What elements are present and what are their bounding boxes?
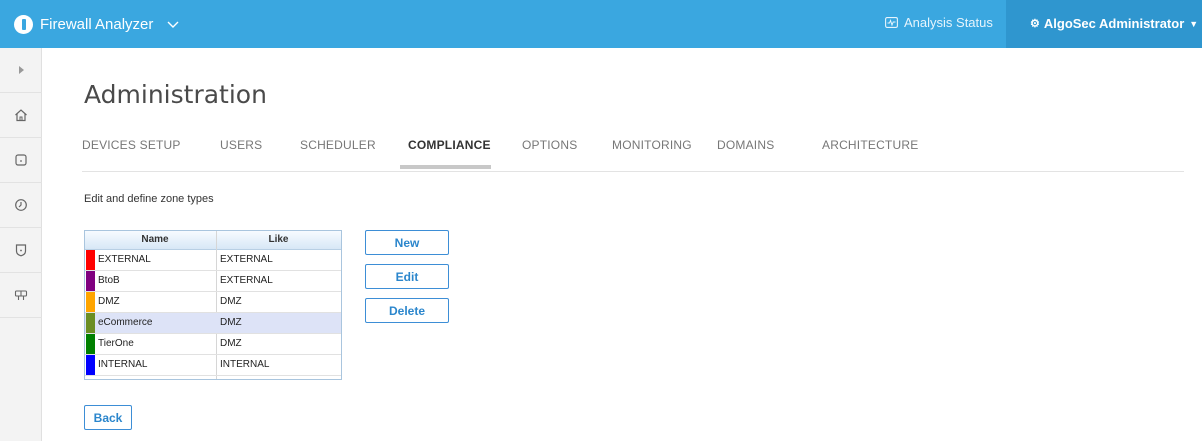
user-menu-label: AlgoSec Administrator (1043, 16, 1185, 31)
left-sidebar (0, 48, 42, 441)
zone-like-cell: EXTERNAL (220, 254, 273, 265)
clock-icon (15, 199, 27, 211)
tab-options[interactable]: OPTIONS (522, 138, 577, 152)
page-description: Edit and define zone types (84, 193, 214, 205)
tab-users[interactable]: USERS (220, 138, 262, 152)
monitor-icon (885, 17, 898, 28)
zone-color-swatch (86, 313, 95, 333)
edit-button[interactable]: Edit (365, 264, 449, 289)
zone-color-swatch (86, 250, 95, 270)
chevron-down-icon[interactable] (167, 18, 179, 30)
active-tab-indicator (400, 165, 491, 169)
policy-icon (14, 290, 28, 300)
user-menu[interactable]: ⚙ AlgoSec Administrator ▼ (1030, 16, 1198, 31)
sidebar-item-history[interactable] (0, 183, 42, 228)
column-header-name[interactable]: Name (95, 234, 215, 245)
admin-tabs: DEVICES SETUP USERS SCHEDULER COMPLIANCE… (82, 138, 1184, 172)
tab-domains[interactable]: DOMAINS (717, 138, 774, 152)
algosec-logo-icon (14, 14, 33, 34)
top-bar: Firewall Analyzer Analysis Status ⚙ Algo… (0, 0, 1202, 48)
analysis-status-link[interactable]: Analysis Status (885, 15, 993, 30)
zone-like-cell: EXTERNAL (220, 275, 273, 286)
sidebar-item-security[interactable] (0, 228, 42, 273)
analysis-status-label: Analysis Status (904, 15, 993, 30)
device-icon (15, 154, 27, 166)
zone-name-cell: BtoB (98, 275, 120, 286)
zone-color-swatch (86, 334, 95, 354)
zone-color-swatch (86, 355, 95, 375)
tab-devices-setup[interactable]: DEVICES SETUP (82, 138, 181, 152)
zone-like-cell: DMZ (220, 296, 242, 307)
zone-color-swatch (86, 292, 95, 312)
table-header: Name Like (85, 231, 341, 250)
column-header-like[interactable]: Like (216, 234, 341, 245)
zone-like-cell: DMZ (220, 317, 242, 328)
page-title: Administration (84, 80, 267, 109)
zone-like-cell: INTERNAL (220, 359, 270, 370)
delete-button[interactable]: Delete (365, 298, 449, 323)
zone-name-cell: INTERNAL (98, 359, 148, 370)
zone-name-cell: DMZ (98, 296, 120, 307)
gear-icon: ⚙ (1030, 18, 1040, 30)
back-button[interactable]: Back (84, 405, 132, 430)
expand-icon (19, 66, 24, 74)
table-row[interactable]: DMZ DMZ (85, 292, 341, 313)
caret-down-icon: ▼ (1189, 18, 1199, 29)
sidebar-item-home[interactable] (0, 93, 42, 138)
tab-scheduler[interactable]: SCHEDULER (300, 138, 376, 152)
table-row[interactable]: TierOne DMZ (85, 334, 341, 355)
zone-types-table: Name Like EXTERNAL EXTERNAL BtoB EXTERNAL DM… (84, 230, 342, 380)
table-row[interactable]: EXTERNAL EXTERNAL (85, 250, 341, 271)
sidebar-item-devices[interactable] (0, 138, 42, 183)
table-row[interactable]: INTERNAL INTERNAL (85, 355, 341, 376)
tab-architecture[interactable]: ARCHITECTURE (822, 138, 918, 152)
app-title: Firewall Analyzer (40, 15, 154, 33)
zone-like-cell: DMZ (220, 338, 242, 349)
tab-compliance[interactable]: COMPLIANCE (408, 138, 491, 152)
zone-name-cell: EXTERNAL (98, 254, 151, 265)
app-switcher[interactable]: Firewall Analyzer (14, 13, 179, 35)
table-row[interactable]: BtoB EXTERNAL (85, 271, 341, 292)
sidebar-expand[interactable] (0, 48, 42, 93)
shield-icon (15, 244, 27, 257)
table-row[interactable]: eCommerce DMZ (85, 313, 341, 334)
tab-monitoring[interactable]: MONITORING (612, 138, 692, 152)
home-icon (15, 109, 27, 122)
sidebar-item-policy[interactable] (0, 273, 42, 318)
zone-name-cell: eCommerce (98, 317, 153, 328)
zone-name-cell: TierOne (98, 338, 134, 349)
new-button[interactable]: New (365, 230, 449, 255)
zone-color-swatch (86, 271, 95, 291)
